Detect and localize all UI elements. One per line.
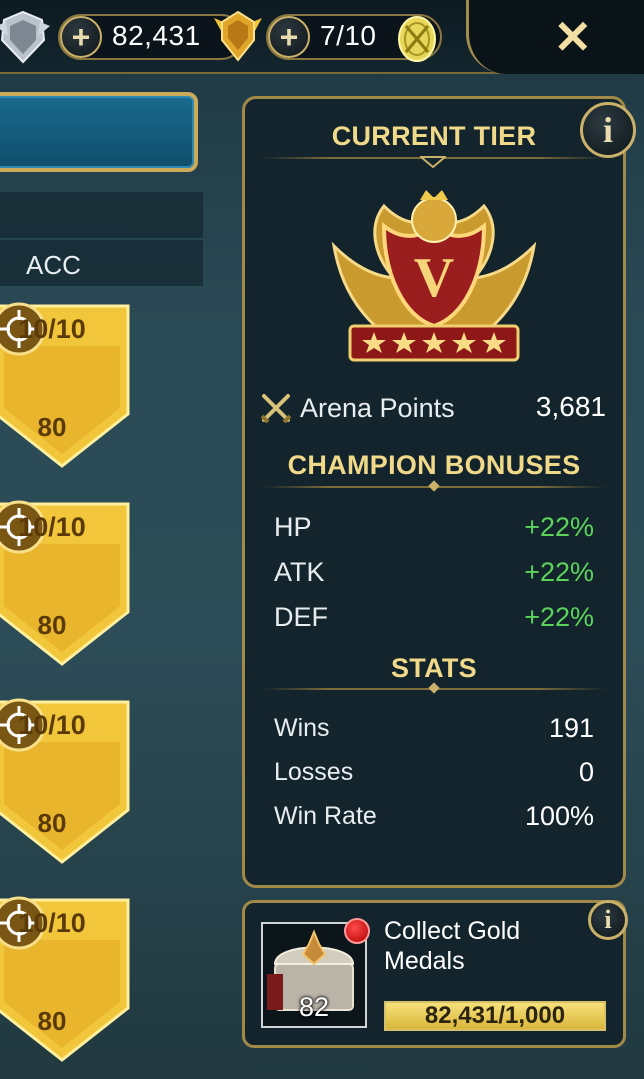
reward-progress: 10/10 <box>18 908 86 938</box>
collect-info-button[interactable]: i <box>588 900 628 940</box>
wins-label: Wins <box>274 714 330 742</box>
reward-progress: 10/10 <box>18 512 86 542</box>
losses-value: 0 <box>578 757 594 787</box>
token-count: 7/10 <box>320 20 377 51</box>
atk-label: ATK <box>274 557 325 587</box>
losses-label: Losses <box>274 758 354 786</box>
gold-medal-icon <box>214 10 262 62</box>
stats-title: STATS <box>391 653 477 683</box>
def-bonus-value: +22% <box>524 602 594 632</box>
reward-shield[interactable]: 10/10 80 <box>0 896 132 1064</box>
arena-points-value: 3,681 <box>535 391 606 422</box>
hp-bonus-value: +22% <box>524 512 594 542</box>
add-tokens-button[interactable]: + <box>268 16 310 58</box>
reward-shield[interactable]: 10/10 80 <box>0 302 132 470</box>
reward-progress: 10/10 <box>18 710 86 740</box>
arena-token-icon <box>398 16 436 62</box>
win-rate-value: 100% <box>524 801 594 831</box>
win-rate-label: Win Rate <box>274 802 377 830</box>
left-header-row <box>0 192 203 238</box>
top-resource-bar: + 82,431 + 7/10 ✕ <box>0 0 644 74</box>
atk-bonus-value: +22% <box>524 557 594 587</box>
tier-emblem-icon: V <box>331 190 537 362</box>
left-tab-banner[interactable] <box>0 92 198 172</box>
silver-medal-icon <box>0 10 50 64</box>
reward-amount: 80 <box>37 808 67 838</box>
reward-amount: 80 <box>37 412 67 442</box>
notification-dot-icon <box>344 918 370 944</box>
reward-shield[interactable]: 10/10 80 <box>0 500 132 668</box>
reward-amount: 80 <box>37 1006 67 1036</box>
add-medals-button[interactable]: + <box>60 16 102 58</box>
close-button[interactable]: ✕ <box>553 10 592 64</box>
crossed-swords-icon <box>260 394 292 424</box>
hp-label: HP <box>274 512 312 542</box>
reward-shield[interactable]: 10/10 80 <box>0 698 132 866</box>
chest-count: 82 <box>298 992 330 1022</box>
tier-numeral: V <box>414 247 454 309</box>
current-tier-title: CURRENT TIER <box>331 121 537 151</box>
reward-amount: 80 <box>37 610 67 640</box>
acc-column-label: ACC <box>26 250 81 280</box>
champion-bonuses-title: CHAMPION BONUSES <box>287 450 581 480</box>
gold-medal-progress-bar: 82,431/1,000 <box>384 1001 606 1031</box>
progress-text: 82,431/1,000 <box>424 1002 566 1029</box>
medal-count: 82,431 <box>112 20 201 51</box>
wins-value: 191 <box>548 713 594 743</box>
collect-gold-medals-label: Collect Gold Medals <box>384 917 521 975</box>
arena-points-label: Arena Points <box>300 393 455 423</box>
def-label: DEF <box>274 602 328 632</box>
divider-arrow-icon <box>420 156 446 168</box>
reward-progress: 10/10 <box>18 314 86 344</box>
